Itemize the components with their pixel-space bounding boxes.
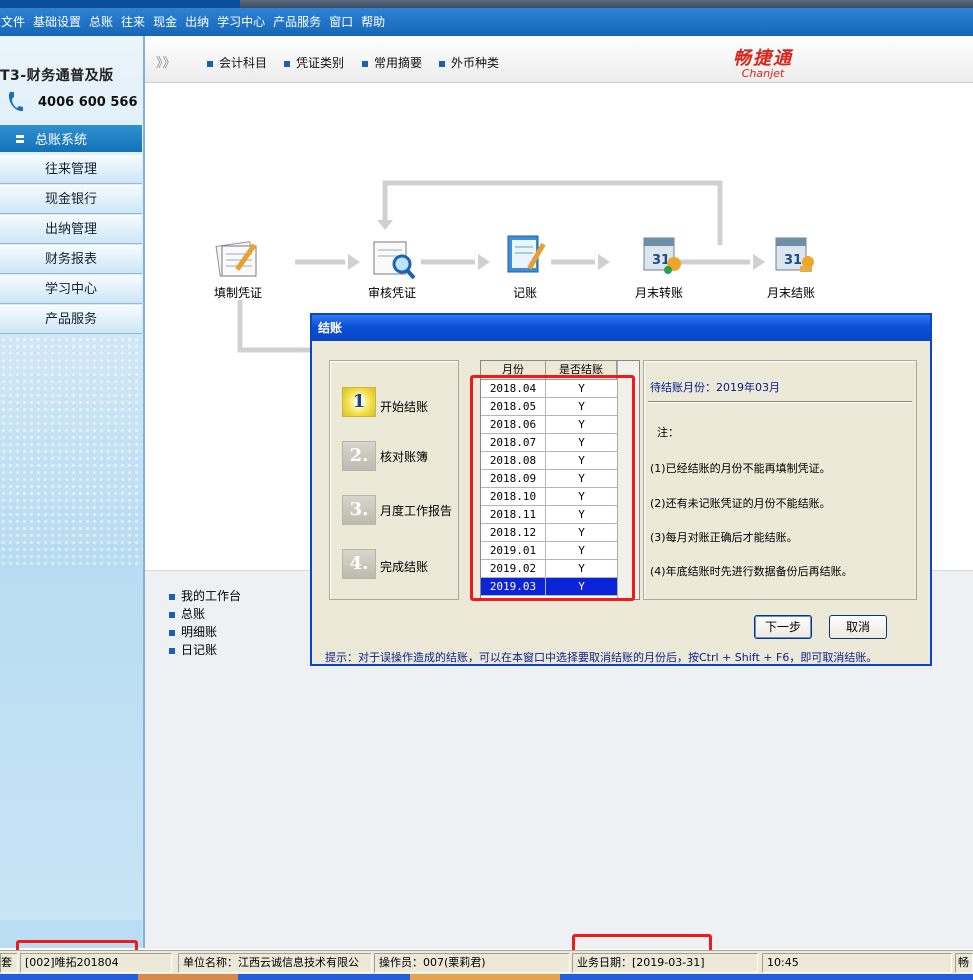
step-4-badge-icon: 4.	[342, 549, 376, 579]
link-common-summaries[interactable]: 常用摘要	[362, 54, 422, 71]
menu-learning-center[interactable]: 学习中心	[214, 9, 270, 35]
menu-general-ledger[interactable]: 总账	[86, 9, 118, 35]
chanjet-logo: 畅捷通 Chanjet	[733, 48, 793, 80]
workflow-label-audit-voucher: 审核凭证	[368, 286, 417, 300]
phone-icon	[8, 92, 23, 112]
link-journal[interactable]: 日记账	[169, 641, 217, 658]
sidebar-item-receivables[interactable]: 往来管理	[0, 155, 142, 184]
sidebar-item-cash-bank[interactable]: 现金银行	[0, 185, 142, 214]
month-end-close-icon[interactable]: 31	[770, 232, 818, 276]
menu-bar: 文件 基础设置 总账 往来 现金 出纳 学习中心 产品服务 窗口 帮助	[0, 8, 973, 36]
step-1-label: 开始结账	[380, 400, 429, 414]
support-phone-number: 4006 600 566	[38, 95, 138, 110]
status-operator: 操作员：007(栗莉君)	[374, 953, 570, 973]
sidebar-item-cashier[interactable]: 出纳管理	[0, 215, 142, 244]
workflow-label-fill-voucher: 填制凭证	[214, 286, 263, 300]
audit-voucher-icon[interactable]	[368, 236, 416, 280]
status-company-name: 单位名称：江西云诚信息技术有限公	[178, 953, 372, 973]
month-end-transfer-icon[interactable]: 31	[638, 232, 686, 276]
info-panel: 待结账月份：2019年03月 注： (1)已经结账的月份不能再填制凭证。 (2)…	[643, 360, 917, 600]
workflow-label-month-end-transfer: 月末转账	[635, 286, 684, 300]
workflow-label-month-end-close: 月末结账	[767, 286, 816, 300]
divider	[648, 401, 912, 403]
bullet-icon	[169, 629, 175, 636]
note-line-4: (4)年底结账时先进行数据备份后再结账。	[650, 565, 853, 578]
collapse-chevron-icon[interactable]: 》》	[156, 52, 176, 71]
post-ledger-icon[interactable]	[502, 232, 550, 276]
bullet-icon	[362, 60, 368, 67]
bullet-icon	[169, 647, 175, 654]
steps-panel: 1 开始结账 2. 核对账簿 3. 月度工作报告 4. 完成结账	[329, 360, 459, 600]
dialog-hint-text: 提示：对于误操作造成的结账，可以在本窗口中选择要取消结账的月份后，按Ctrl +…	[325, 651, 878, 664]
sidebar-item-financial-reports[interactable]: 财务报表	[0, 245, 142, 274]
step-2-label: 核对账簿	[380, 450, 429, 464]
bullet-icon	[169, 611, 175, 618]
note-label: 注：	[657, 426, 679, 439]
fill-voucher-icon[interactable]	[214, 236, 262, 280]
link-detail-ledger[interactable]: 明细账	[169, 623, 217, 640]
status-time: 10:45	[762, 953, 952, 973]
menu-window[interactable]: 窗口	[326, 9, 358, 35]
pending-month-text: 待结账月份：2019年03月	[650, 381, 780, 394]
status-bar: 套 [002]唯拓201804 单位名称：江西云诚信息技术有限公 操作员：007…	[0, 950, 973, 975]
menu-receivables[interactable]: 往来	[118, 9, 150, 35]
dialog-title-bar[interactable]: 结账	[312, 315, 930, 341]
bullet-icon	[207, 60, 213, 67]
link-my-workbench[interactable]: 我的工作台	[169, 587, 241, 604]
bullet-icon	[169, 593, 175, 600]
sidebar-item-general-ledger-system[interactable]: 〓 总账系统	[0, 125, 142, 152]
link-general-ledger[interactable]: 总账	[169, 605, 205, 622]
step-1-badge-icon: 1	[342, 387, 376, 417]
window-title-strip	[0, 0, 973, 8]
note-line-2: (2)还有未记账凭证的月份不能结账。	[650, 497, 831, 510]
menu-basic-settings[interactable]: 基础设置	[30, 9, 86, 35]
bullet-icon: 〓	[15, 135, 25, 146]
status-account-label: 套	[0, 953, 18, 973]
sidebar-item-learning-center[interactable]: 学习中心	[0, 275, 142, 304]
left-nav-panel: T3-财务通普及版 4006 600 566 〓 总账系统 往来管理 现金银行 …	[0, 36, 145, 948]
note-line-1: (1)已经结账的月份不能再填制凭证。	[650, 462, 831, 475]
link-account-subjects[interactable]: 会计科目	[207, 54, 267, 71]
sidebar-item-product-services[interactable]: 产品服务	[0, 305, 142, 334]
taskbar-strip	[0, 974, 973, 980]
menu-cashier[interactable]: 出纳	[182, 9, 214, 35]
step-4-label: 完成结账	[380, 560, 429, 574]
sidebar-item-label: 总账系统	[35, 133, 88, 148]
cancel-button[interactable]: 取消	[829, 615, 887, 639]
content-toolbar: 》》 会计科目 凭证类别 常用摘要 外币种类 畅捷通 Chanjet	[145, 36, 973, 83]
highlight-box-month-table	[470, 375, 635, 601]
menu-product-services[interactable]: 产品服务	[270, 9, 326, 35]
note-line-3: (3)每月对账正确后才能结账。	[650, 531, 798, 544]
menu-cash[interactable]: 现金	[150, 9, 182, 35]
step-3-badge-icon: 3.	[342, 495, 376, 525]
menu-help[interactable]: 帮助	[358, 9, 390, 35]
link-voucher-types[interactable]: 凭证类别	[284, 54, 344, 71]
status-account-set: [002]唯拓201804	[20, 953, 172, 973]
link-foreign-currencies[interactable]: 外币种类	[439, 54, 499, 71]
product-brand-title: T3-财务通普及版	[0, 68, 114, 84]
step-2-badge-icon: 2.	[342, 441, 376, 471]
svg-text:31: 31	[784, 253, 802, 268]
workflow-label-post: 记账	[513, 286, 538, 300]
bullet-icon	[284, 60, 290, 67]
status-business-date: 业务日期：[2019-03-31]	[572, 953, 758, 973]
status-extra: 畅	[955, 953, 973, 973]
step-3-label: 月度工作报告	[380, 504, 453, 518]
bullet-icon	[439, 60, 445, 67]
next-step-button[interactable]: 下一步	[754, 615, 812, 639]
menu-file[interactable]: 文件	[0, 9, 30, 35]
